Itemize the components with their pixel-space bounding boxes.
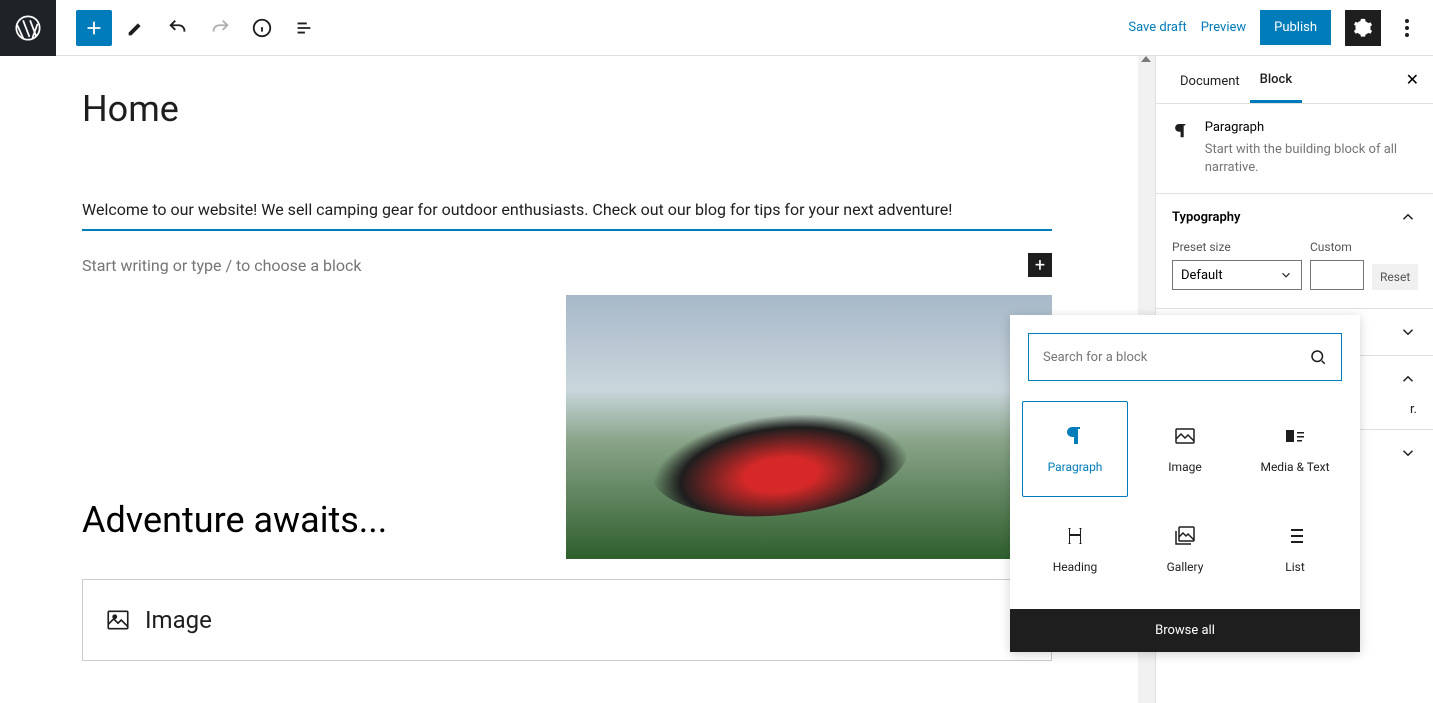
tab-document[interactable]: Document [1170,58,1250,102]
block-type-list[interactable]: List [1242,501,1348,597]
list-icon [1283,524,1307,548]
page-title[interactable]: Home [82,88,1056,130]
block-inserter-popover: Paragraph Image Media & Text Heading Gal… [1010,315,1360,652]
image-icon [105,607,131,633]
block-type-label: Heading [1053,560,1098,574]
save-draft-button[interactable]: Save draft [1128,20,1186,35]
hero-image [566,295,1052,559]
paragraph-icon [1063,424,1087,448]
custom-size-label: Custom [1310,240,1364,254]
tab-block[interactable]: Block [1250,56,1302,103]
typography-panel-body: Preset size Default Custom Reset [1156,240,1433,308]
image-block-label: Image [145,606,212,634]
block-type-label: Image [1168,460,1201,474]
block-type-paragraph[interactable]: Paragraph [1022,401,1128,497]
preset-size-select[interactable]: Default [1172,260,1302,290]
browse-all-button[interactable]: Browse all [1010,609,1360,652]
block-info-panel: Paragraph Start with the building block … [1156,104,1433,193]
chevron-down-icon [1399,323,1417,341]
block-search-field[interactable] [1028,333,1342,381]
image-icon [1173,424,1197,448]
toolbar-right: Save draft Preview Publish [1128,10,1433,46]
undo-icon[interactable] [160,10,196,46]
inline-add-block-button[interactable]: + [1028,253,1052,277]
search-icon [1309,348,1327,366]
block-info-title: Paragraph [1205,120,1417,135]
block-type-media-text[interactable]: Media & Text [1242,401,1348,497]
more-menu-icon[interactable] [1395,10,1419,46]
close-sidebar-icon[interactable]: ✕ [1406,70,1419,89]
editor-topbar: Save draft Preview Publish [0,0,1433,56]
typography-panel-toggle[interactable]: Typography [1156,193,1433,240]
add-block-button[interactable] [76,10,112,46]
edit-icon[interactable] [118,10,154,46]
chevron-up-icon [1399,208,1417,226]
block-inserter-grid: Paragraph Image Media & Text Heading Gal… [1010,399,1360,609]
preset-size-label: Preset size [1172,240,1302,254]
paragraph-icon [1172,120,1191,142]
typography-title: Typography [1172,210,1241,225]
image-block-empty[interactable]: Image [82,579,1052,661]
block-type-label: Gallery [1167,560,1204,574]
block-type-heading[interactable]: Heading [1022,501,1128,597]
wordpress-logo[interactable] [0,0,56,56]
gallery-icon [1173,524,1197,548]
heading-icon [1063,524,1087,548]
block-search-input[interactable] [1043,350,1309,365]
block-appender-row: Start writing or type / to choose a bloc… [82,253,1052,277]
block-type-label: Media & Text [1260,460,1329,474]
block-type-image[interactable]: Image [1132,401,1238,497]
custom-size-input[interactable] [1310,260,1364,290]
preview-button[interactable]: Preview [1201,20,1246,35]
block-type-gallery[interactable]: Gallery [1132,501,1238,597]
reset-button[interactable]: Reset [1372,264,1418,290]
block-type-label: Paragraph [1048,460,1103,474]
chevron-down-icon [1399,444,1417,462]
editor-canvas[interactable]: Home Welcome to our website! We sell cam… [0,56,1138,703]
block-type-label: List [1285,560,1305,574]
block-info-desc: Start with the building block of all nar… [1205,141,1417,177]
preset-size-value: Default [1181,268,1223,283]
redo-icon[interactable] [202,10,238,46]
chevron-down-icon [1279,268,1293,282]
paragraph-block[interactable]: Welcome to our website! We sell camping … [82,200,1052,231]
outline-icon[interactable] [286,10,322,46]
publish-button[interactable]: Publish [1260,10,1331,45]
sidebar-tabs: Document Block ✕ [1156,56,1433,104]
settings-button[interactable] [1345,10,1381,46]
canvas-wrapper: Home Welcome to our website! We sell cam… [0,56,1138,703]
media-text-icon [1283,424,1307,448]
toolbar-left [56,10,1128,46]
chevron-up-icon [1399,370,1417,388]
info-icon[interactable] [244,10,280,46]
block-appender-placeholder[interactable]: Start writing or type / to choose a bloc… [82,256,362,275]
